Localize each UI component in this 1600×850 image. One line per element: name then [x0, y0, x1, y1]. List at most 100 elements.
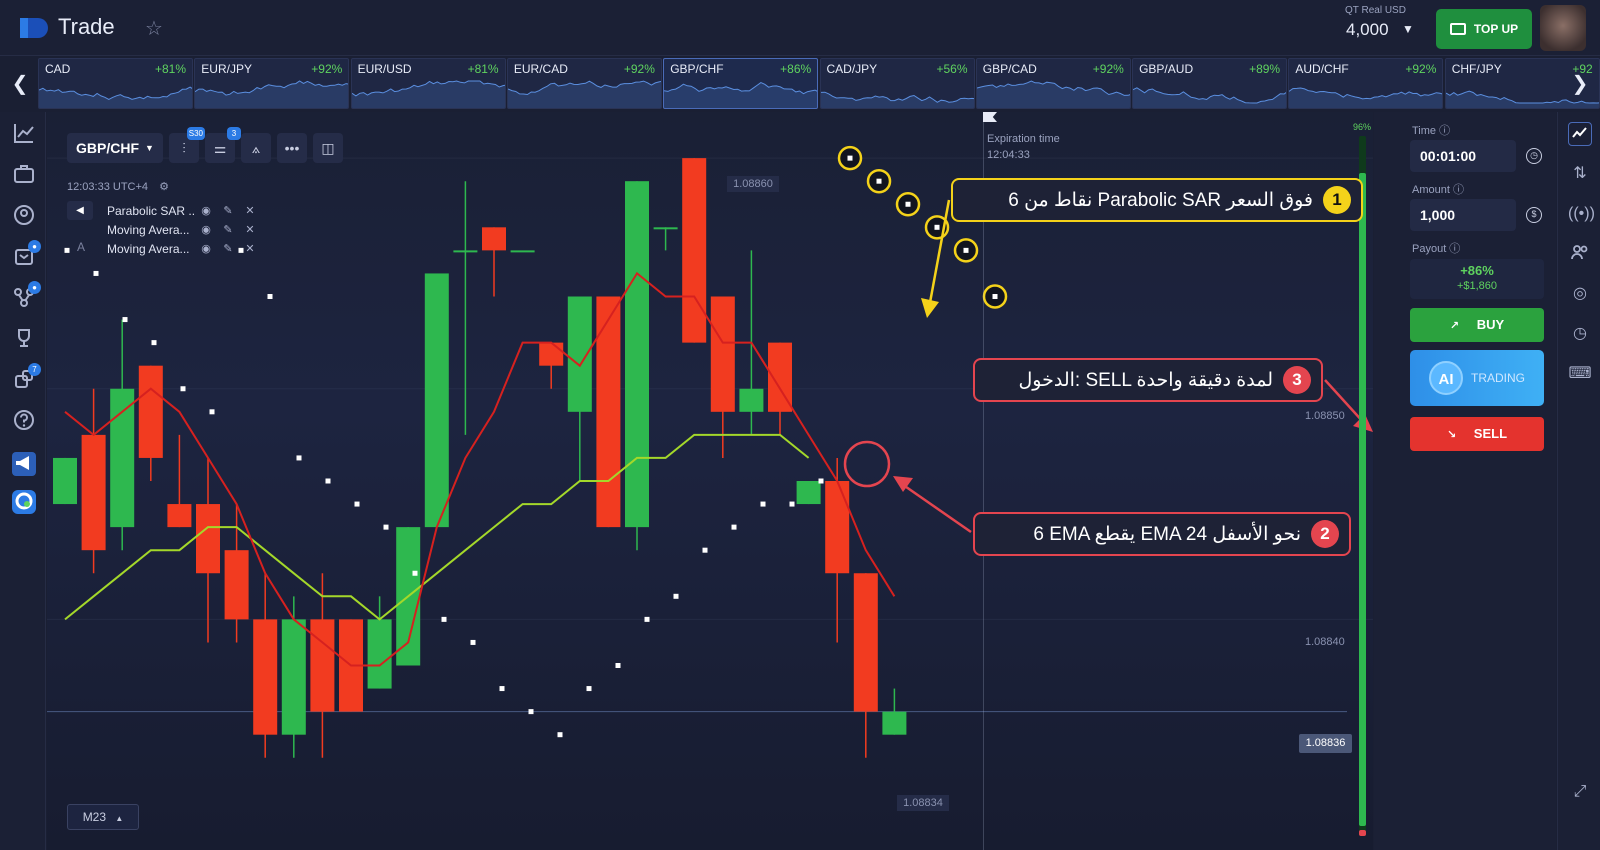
- clock-icon[interactable]: ◷: [1526, 148, 1542, 164]
- help-icon[interactable]: [12, 409, 36, 433]
- pencil-icon[interactable]: ✎: [217, 242, 239, 255]
- fullscreen-icon[interactable]: ⤢: [1568, 780, 1592, 804]
- candle-body: [110, 388, 135, 528]
- callout-text: 6 نقاط من Parabolic SAR فوق السعر: [1008, 189, 1313, 211]
- close-icon[interactable]: ✕: [239, 223, 261, 236]
- user-icon[interactable]: [12, 204, 36, 228]
- eye-icon[interactable]: ◉: [195, 223, 217, 236]
- users-icon[interactable]: [1568, 242, 1592, 266]
- candle-type-tool[interactable]: ⫶ S30: [169, 127, 205, 163]
- pair-name: GBP/AUD: [1139, 62, 1194, 76]
- more-tool[interactable]: •••: [277, 133, 307, 163]
- time-input[interactable]: 00:01:00: [1410, 140, 1516, 172]
- price-level-label: 1.08840: [1305, 636, 1345, 648]
- pair-tab[interactable]: CAD/JPY +56%: [819, 58, 975, 109]
- candle-body: [224, 550, 249, 620]
- candle-body: [710, 296, 735, 412]
- megaphone-icon[interactable]: [12, 452, 36, 476]
- pair-tab[interactable]: GBP/CHF +86%: [663, 58, 819, 109]
- account-type-label[interactable]: QT Real USD: [1345, 5, 1406, 16]
- indicators-tool[interactable]: ⚌ 3: [205, 127, 241, 163]
- strip-prev-arrow-icon[interactable]: ❮: [2, 71, 38, 96]
- pair-tab[interactable]: CAD +81%: [38, 58, 193, 109]
- notification-badge: ●: [28, 281, 41, 294]
- symbol-selector[interactable]: GBP/CHF ▼: [67, 133, 163, 163]
- avatar[interactable]: [1540, 5, 1586, 51]
- ai-trading-label: TRADING: [1471, 371, 1525, 385]
- timeframe-label: M23: [82, 810, 107, 824]
- trophy-icon[interactable]: [12, 327, 36, 351]
- compass-icon: ⟑: [251, 140, 261, 156]
- pair-tab[interactable]: GBP/CAD +92%: [975, 58, 1131, 109]
- expiration-label: Expiration time 12:04:33: [987, 131, 1060, 163]
- history-icon[interactable]: ◷: [1568, 322, 1592, 346]
- callout-text: 6 EMA يقطع EMA 24 نحو الأسفل: [1033, 523, 1301, 545]
- callout-1-arrowhead: [921, 298, 939, 318]
- strip-next-arrow-icon[interactable]: ❯: [1562, 71, 1598, 96]
- ai-trading-button[interactable]: AI TRADING: [1410, 350, 1544, 406]
- timeframe-badge: S30: [186, 127, 205, 140]
- psar-dot: [470, 639, 476, 645]
- pair-tab[interactable]: AUD/CHF +92%: [1288, 58, 1444, 109]
- gear-icon[interactable]: ⚙: [159, 181, 169, 193]
- trades-chart-icon[interactable]: [1568, 122, 1592, 146]
- puzzle-icon[interactable]: 7: [12, 363, 41, 392]
- candle-body: [367, 619, 392, 689]
- candle-body: [739, 388, 764, 412]
- network-icon[interactable]: ●: [12, 281, 41, 310]
- pair-name: CHF/JPY: [1451, 62, 1502, 76]
- pair-payout: +92%: [623, 62, 655, 76]
- drawing-tool[interactable]: ⟑: [241, 133, 271, 163]
- target-icon[interactable]: ◎: [1568, 282, 1592, 306]
- psar-dot: [528, 709, 534, 715]
- keyboard-icon[interactable]: ⌨: [1568, 362, 1592, 386]
- account-balance[interactable]: 4,000: [1346, 20, 1389, 40]
- favorite-star-icon[interactable]: ☆: [145, 16, 163, 41]
- cart-icon[interactable]: ●: [12, 240, 41, 269]
- psar-dot: [296, 455, 302, 461]
- buy-button[interactable]: ↗ BUY: [1410, 308, 1544, 342]
- chevron-up-icon: ▲: [115, 814, 124, 823]
- indicator-row[interactable]: Moving Avera... ◉ ✎ ✕: [67, 239, 263, 258]
- indicator-row[interactable]: Parabolic SAR ... ◉ ✎ ✕: [67, 201, 263, 220]
- pair-tab[interactable]: EUR/CAD +92%: [506, 58, 662, 109]
- top-up-button[interactable]: TOP UP: [1436, 9, 1532, 49]
- pair-sparkline: [664, 82, 818, 108]
- payout-label: Payout ⓘ: [1412, 243, 1461, 255]
- chart-area[interactable]: Expiration time 12:04:33 GBP/CHF ▼ ⫶ S30…: [47, 112, 1373, 850]
- font-size-icon[interactable]: A: [77, 240, 85, 254]
- eye-icon[interactable]: ◉: [195, 204, 217, 217]
- pair-payout: +92%: [311, 62, 343, 76]
- amount-input[interactable]: 1,000: [1410, 199, 1516, 231]
- chevron-down-icon[interactable]: ▼: [1402, 22, 1414, 36]
- psar-dot: [818, 478, 824, 484]
- chart-icon[interactable]: [12, 122, 36, 146]
- close-icon[interactable]: ✕: [239, 204, 261, 217]
- app-badge-icon[interactable]: [12, 490, 36, 514]
- sentiment-bar-fill: [1359, 173, 1366, 826]
- close-icon[interactable]: ✕: [239, 242, 261, 255]
- indicator-row[interactable]: Moving Avera... ◉ ✎ ✕: [67, 220, 263, 239]
- signal-icon[interactable]: ((•)): [1568, 202, 1595, 226]
- pair-tab[interactable]: EUR/USD +81%: [350, 58, 506, 109]
- candle-body: [510, 250, 535, 253]
- trade-panel: Time ⓘ 00:01:00 ◷ Amount ⓘ 1,000 $ Payou…: [1374, 112, 1556, 850]
- swap-arrows-icon[interactable]: ⇅: [1568, 162, 1592, 186]
- dollar-icon[interactable]: $: [1526, 207, 1542, 223]
- eye-icon[interactable]: ◉: [195, 242, 217, 255]
- pair-tab[interactable]: GBP/AUD +89%: [1132, 58, 1288, 109]
- pencil-icon[interactable]: ✎: [217, 204, 239, 217]
- layout-tool[interactable]: ◫: [313, 133, 343, 163]
- logo-icon[interactable]: [18, 14, 54, 42]
- timeframe-selector[interactable]: M23 ▲: [67, 804, 139, 830]
- pair-tab[interactable]: EUR/JPY +92%: [194, 58, 350, 109]
- callout-number: 2: [1311, 520, 1339, 548]
- pair-sparkline: [976, 80, 1130, 108]
- pencil-icon[interactable]: ✎: [217, 223, 239, 236]
- briefcase-icon[interactable]: [12, 163, 36, 187]
- clock-text: 12:03:33 UTC+4: [67, 181, 149, 193]
- collapse-indicators-button[interactable]: ◀: [67, 201, 93, 220]
- sell-button[interactable]: ↘ SELL: [1410, 417, 1544, 451]
- pair-payout: +81%: [154, 62, 186, 76]
- indicator-list: ◀ A Parabolic SAR ... ◉ ✎ ✕ Moving Avera…: [67, 201, 263, 258]
